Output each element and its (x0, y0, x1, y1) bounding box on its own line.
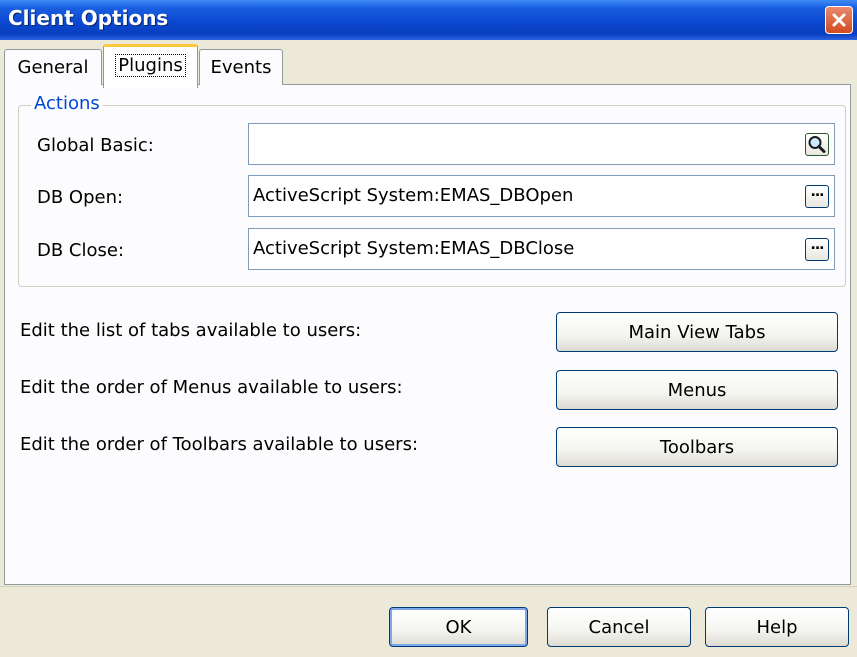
edit-menus-text: Edit the order of Menus available to use… (20, 377, 403, 398)
db-close-input[interactable] (253, 229, 783, 267)
help-button[interactable]: Help (705, 607, 849, 647)
tab-plugins-label: Plugins (115, 54, 186, 77)
tab-events[interactable]: Events (199, 49, 283, 85)
db-close-label: DB Close: (37, 240, 125, 261)
tab-general[interactable]: General (4, 49, 102, 85)
db-close-field[interactable]: ... (248, 228, 835, 270)
search-icon (808, 136, 826, 153)
footer-separator (0, 586, 857, 587)
ok-button[interactable]: OK (389, 607, 528, 647)
global-basic-search-button[interactable] (805, 133, 829, 156)
ellipsis-icon: ... (810, 237, 825, 253)
db-open-input[interactable] (253, 176, 783, 214)
ellipsis-icon: ... (810, 184, 825, 200)
db-open-label: DB Open: (37, 187, 124, 208)
global-basic-label: Global Basic: (37, 135, 154, 156)
global-basic-input[interactable] (253, 124, 783, 162)
db-open-field[interactable]: ... (248, 175, 835, 217)
edit-tabs-text: Edit the list of tabs available to users… (20, 320, 362, 341)
global-basic-field[interactable] (248, 123, 835, 165)
close-button[interactable] (825, 6, 853, 34)
menus-button[interactable]: Menus (556, 370, 838, 410)
db-close-browse-button[interactable]: ... (805, 237, 829, 261)
toolbars-button[interactable]: Toolbars (556, 427, 838, 467)
client-options-dialog: Client Options General Plugins Events Ac… (0, 0, 857, 657)
edit-toolbars-text: Edit the order of Toolbars available to … (20, 434, 419, 455)
close-icon (832, 13, 846, 27)
window-title: Client Options (8, 6, 169, 30)
tab-plugins[interactable]: Plugins (103, 44, 198, 88)
title-bar[interactable]: Client Options (0, 0, 857, 40)
actions-group-title: Actions (31, 93, 103, 114)
main-view-tabs-button[interactable]: Main View Tabs (556, 312, 838, 352)
db-open-browse-button[interactable]: ... (805, 184, 829, 208)
cancel-button[interactable]: Cancel (547, 607, 691, 647)
